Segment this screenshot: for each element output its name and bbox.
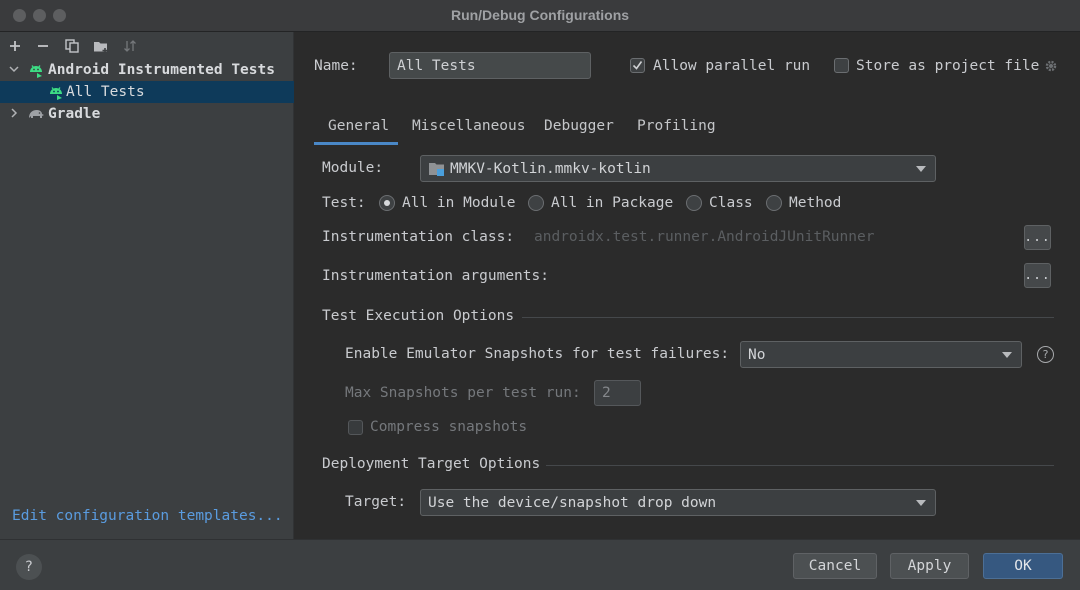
tab-general[interactable]: General (328, 118, 389, 134)
instrumentation-arguments-label: Instrumentation arguments: (322, 268, 549, 284)
copy-icon[interactable] (63, 37, 81, 55)
radio-all-in-package[interactable] (528, 195, 544, 211)
test-execution-section-title: Test Execution Options (322, 308, 515, 324)
module-dropdown-value: MMKV-Kotlin.mmkv-kotlin (450, 160, 651, 177)
instrumentation-class-field[interactable]: androidx.test.runner.AndroidJUnitRunner (534, 229, 874, 245)
edit-configuration-templates-link[interactable]: Edit configuration templates... (12, 508, 283, 524)
gradle-elephant-icon (27, 106, 45, 126)
cancel-button[interactable]: Cancel (793, 553, 877, 579)
max-snapshots-value: 2 (602, 385, 611, 401)
plus-icon[interactable] (6, 37, 24, 55)
android-test-icon (48, 84, 64, 104)
radio-class[interactable] (686, 195, 702, 211)
target-label: Target: (345, 494, 407, 510)
tree-item-label: Gradle (48, 106, 101, 122)
minus-icon[interactable] (34, 37, 52, 55)
folder-add-icon[interactable] (92, 37, 110, 55)
allow-parallel-run-checkbox[interactable] (630, 58, 645, 73)
active-tab-indicator (314, 142, 398, 145)
help-icon[interactable]: ? (1037, 346, 1054, 363)
deployment-section-title: Deployment Target Options (322, 456, 541, 472)
max-snapshots-label: Max Snapshots per test run: (345, 385, 581, 401)
emulator-snapshots-value: No (748, 346, 766, 363)
module-dropdown[interactable]: MMKV-Kotlin.mmkv-kotlin (420, 155, 936, 182)
compress-snapshots-label[interactable]: Compress snapshots (370, 419, 527, 435)
gear-icon[interactable] (1043, 58, 1059, 78)
allow-parallel-run-label[interactable]: Allow parallel run (653, 58, 810, 74)
module-folder-icon (428, 161, 446, 181)
section-divider (546, 465, 1054, 466)
chevron-right-icon[interactable] (9, 107, 19, 121)
ok-button[interactable]: OK (983, 553, 1063, 579)
chevron-down-icon[interactable] (9, 64, 19, 77)
section-divider (522, 317, 1054, 318)
configurations-sidebar: Android Instrumented Tests All Tests Gra… (0, 32, 294, 539)
max-snapshots-field[interactable]: 2 (594, 380, 641, 406)
emulator-snapshots-dropdown[interactable]: No (740, 341, 1022, 368)
tree-item-android-instrumented-tests[interactable]: Android Instrumented Tests (0, 59, 294, 81)
android-test-icon (28, 62, 44, 82)
emulator-snapshots-label: Enable Emulator Snapshots for test failu… (345, 346, 730, 362)
instrumentation-class-browse-button[interactable]: ... (1024, 225, 1051, 250)
help-button[interactable]: ? (16, 554, 42, 580)
tree-item-label: All Tests (66, 84, 145, 100)
sort-icon[interactable] (121, 37, 139, 55)
radio-label-method[interactable]: Method (789, 195, 841, 211)
apply-button[interactable]: Apply (890, 553, 969, 579)
tree-item-label: Android Instrumented Tests (48, 62, 275, 78)
store-as-project-file-label[interactable]: Store as project file (856, 58, 1039, 74)
compress-snapshots-checkbox[interactable] (348, 420, 363, 435)
test-label: Test: (322, 195, 366, 211)
dropdown-arrow-icon (1002, 351, 1012, 358)
radio-label-all-in-package[interactable]: All in Package (551, 195, 673, 211)
name-field-value: All Tests (397, 57, 476, 74)
dropdown-arrow-icon (916, 499, 926, 506)
instrumentation-arguments-edit-button[interactable]: ... (1024, 263, 1051, 288)
name-field[interactable]: All Tests (389, 52, 591, 79)
module-label: Module: (322, 160, 384, 176)
title-bar: Run/Debug Configurations (0, 0, 1080, 32)
window-title: Run/Debug Configurations (450, 7, 630, 23)
radio-label-class[interactable]: Class (709, 195, 753, 211)
radio-all-in-module[interactable] (379, 195, 395, 211)
instrumentation-class-label: Instrumentation class: (322, 229, 515, 245)
dialog-footer: ? Cancel Apply OK (0, 539, 1080, 590)
name-label: Name: (314, 58, 358, 74)
target-dropdown[interactable]: Use the device/snapshot drop down (420, 489, 936, 516)
tree-item-gradle[interactable]: Gradle (0, 103, 294, 125)
dropdown-arrow-icon (916, 165, 926, 172)
tree-item-all-tests[interactable]: All Tests (0, 81, 294, 103)
radio-method[interactable] (766, 195, 782, 211)
tab-miscellaneous[interactable]: Miscellaneous (412, 118, 526, 134)
tab-debugger[interactable]: Debugger (544, 118, 614, 134)
target-dropdown-value: Use the device/snapshot drop down (428, 494, 717, 511)
tab-profiling[interactable]: Profiling (637, 118, 716, 134)
radio-label-all-in-module[interactable]: All in Module (402, 195, 516, 211)
store-as-project-file-checkbox[interactable] (834, 58, 849, 73)
